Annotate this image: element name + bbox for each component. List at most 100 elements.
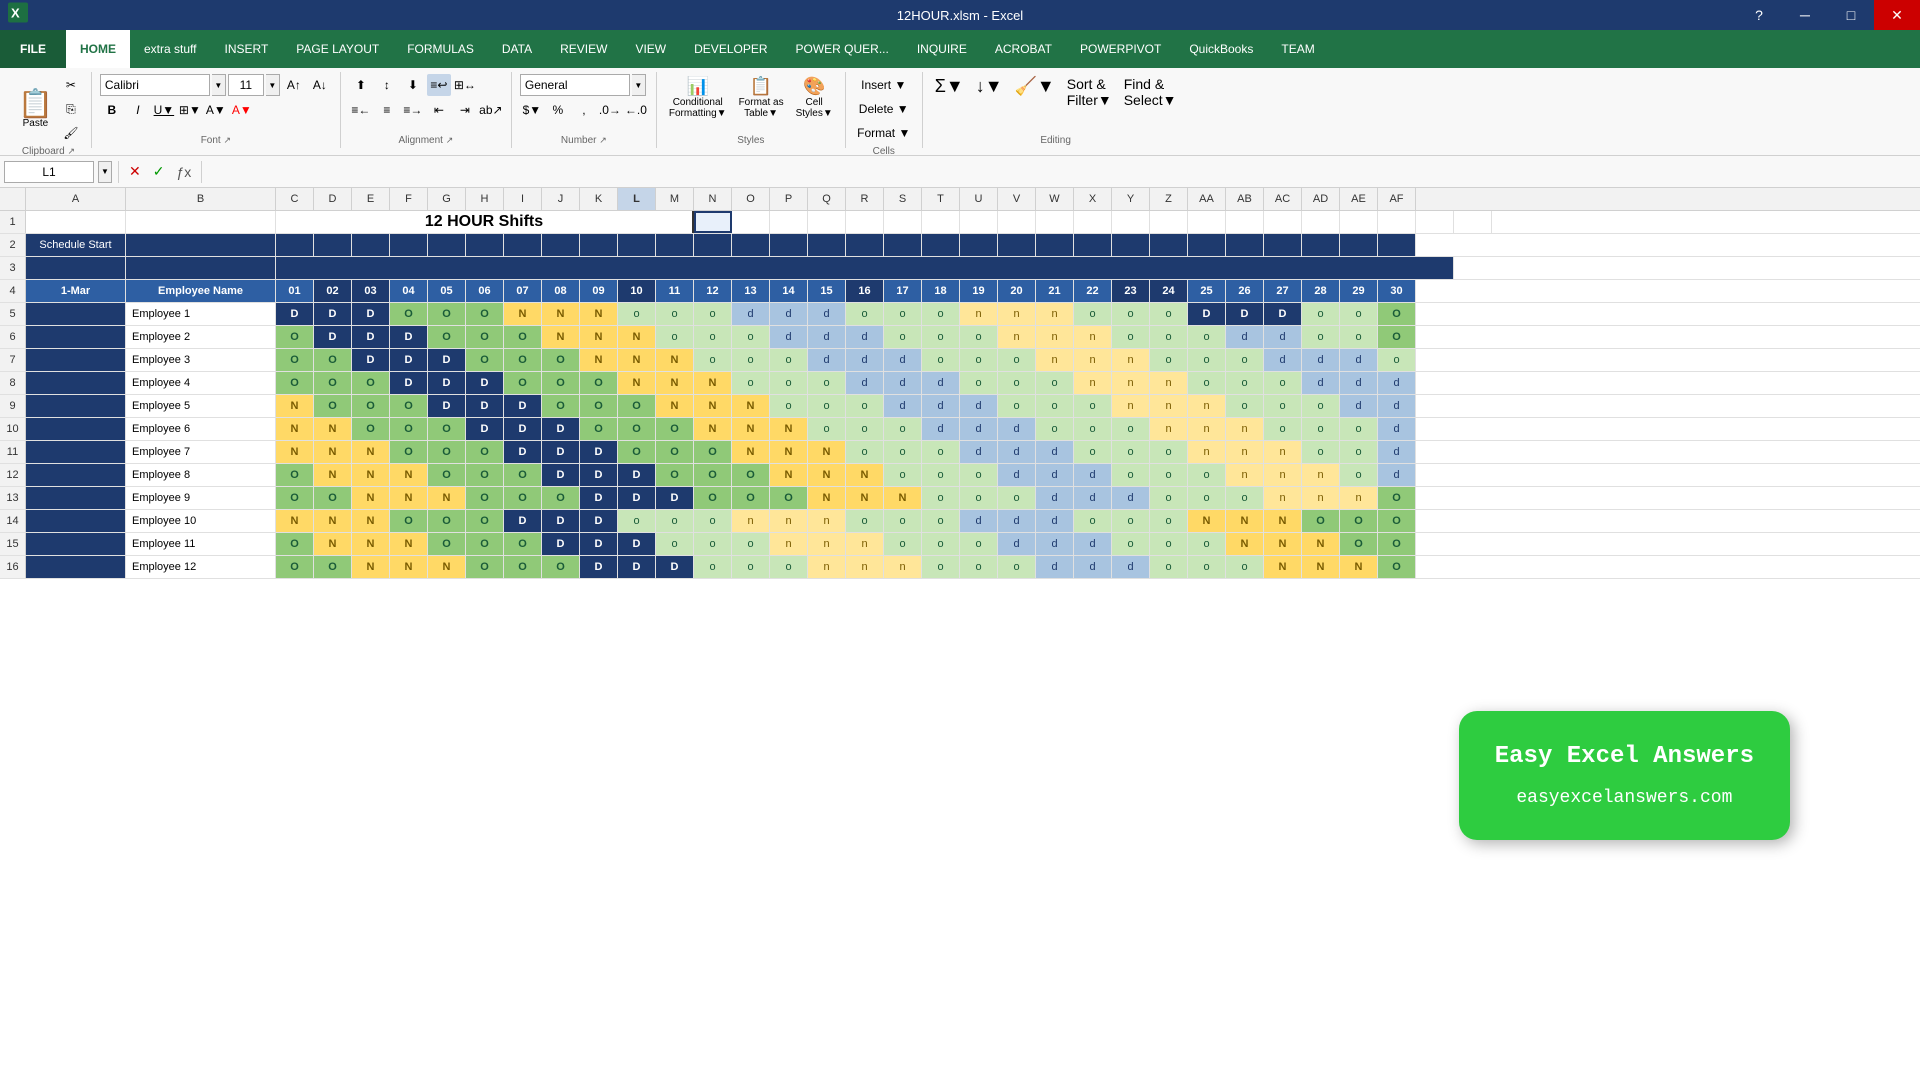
increase-indent-btn[interactable]: ⇥	[453, 99, 477, 121]
cell-E2[interactable]	[352, 234, 390, 256]
cell-shift-row14-day1[interactable]: N	[276, 510, 314, 532]
cell-shift-row10-day8[interactable]: D	[542, 418, 580, 440]
col-header-H[interactable]: H	[466, 188, 504, 210]
cell-shift-row16-day23[interactable]: d	[1112, 556, 1150, 578]
cell-shift-row14-day25[interactable]: N	[1188, 510, 1226, 532]
cell-shift-row9-day6[interactable]: D	[466, 395, 504, 417]
cell-shift-row11-day6[interactable]: O	[466, 441, 504, 463]
cell-D2[interactable]	[314, 234, 352, 256]
cell-shift-row6-day6[interactable]: O	[466, 326, 504, 348]
cell-shift-row10-day1[interactable]: N	[276, 418, 314, 440]
cell-day-22[interactable]: 22	[1074, 280, 1112, 302]
col-header-N[interactable]: N	[694, 188, 732, 210]
cell-shift-row15-day12[interactable]: o	[694, 533, 732, 555]
increase-font-btn[interactable]: A↑	[282, 74, 306, 96]
cell-shift-row15-day30[interactable]: O	[1378, 533, 1416, 555]
cell-day-03[interactable]: 03	[352, 280, 390, 302]
cell-shift-row13-day9[interactable]: D	[580, 487, 618, 509]
number-format-arrow[interactable]: ▼	[632, 74, 646, 96]
cell-shift-row14-day5[interactable]: O	[428, 510, 466, 532]
cell-shift-row8-day20[interactable]: o	[998, 372, 1036, 394]
cell-shift-row9-day18[interactable]: d	[922, 395, 960, 417]
cell-shift-row11-day12[interactable]: O	[694, 441, 732, 463]
cell-shift-row13-day29[interactable]: n	[1340, 487, 1378, 509]
cell-shift-row16-day30[interactable]: O	[1378, 556, 1416, 578]
cell-shift-row10-day14[interactable]: N	[770, 418, 808, 440]
cell-shift-row16-day14[interactable]: o	[770, 556, 808, 578]
cell-shift-row15-day3[interactable]: N	[352, 533, 390, 555]
cell-shift-row14-day16[interactable]: o	[846, 510, 884, 532]
cell-day-16[interactable]: 16	[846, 280, 884, 302]
cell-shift-row5-day27[interactable]: D	[1264, 303, 1302, 325]
cell-shift-row11-day26[interactable]: n	[1226, 441, 1264, 463]
cell-shift-row5-day13[interactable]: d	[732, 303, 770, 325]
cell-shift-row14-day9[interactable]: D	[580, 510, 618, 532]
cell-shift-row12-day17[interactable]: o	[884, 464, 922, 486]
cell-shift-row7-day26[interactable]: o	[1226, 349, 1264, 371]
cell-shift-row7-day2[interactable]: O	[314, 349, 352, 371]
cell-shift-row14-day15[interactable]: n	[808, 510, 846, 532]
cell-day-19[interactable]: 19	[960, 280, 998, 302]
cell-shift-row7-day5[interactable]: D	[428, 349, 466, 371]
cell-B6[interactable]: Employee 2	[126, 326, 276, 348]
cell-shift-row15-day21[interactable]: d	[1036, 533, 1074, 555]
cell-shift-row9-day17[interactable]: d	[884, 395, 922, 417]
cell-shift-row11-day28[interactable]: o	[1302, 441, 1340, 463]
merge-btn[interactable]: ⊞↔	[453, 74, 477, 96]
cell-shift-row9-day23[interactable]: n	[1112, 395, 1150, 417]
cell-shift-row16-day12[interactable]: o	[694, 556, 732, 578]
cell-shift-row11-day18[interactable]: o	[922, 441, 960, 463]
cell-shift-row9-day7[interactable]: D	[504, 395, 542, 417]
cell-shift-row7-day19[interactable]: o	[960, 349, 998, 371]
cell-day-28[interactable]: 28	[1302, 280, 1340, 302]
cell-shift-row5-day4[interactable]: O	[390, 303, 428, 325]
align-top-btn[interactable]: ⬆	[349, 74, 373, 96]
cell-shift-row13-day3[interactable]: N	[352, 487, 390, 509]
cell-shift-row11-day15[interactable]: N	[808, 441, 846, 463]
cell-shift-row9-day22[interactable]: o	[1074, 395, 1112, 417]
cell-day-13[interactable]: 13	[732, 280, 770, 302]
paste-btn[interactable]: 📋 Paste	[14, 88, 57, 131]
cell-shift-row5-day8[interactable]: N	[542, 303, 580, 325]
cell-J2[interactable]	[542, 234, 580, 256]
cell-shift-row8-day21[interactable]: o	[1036, 372, 1074, 394]
cell-shift-row8-day24[interactable]: n	[1150, 372, 1188, 394]
cell-shift-row7-day4[interactable]: D	[390, 349, 428, 371]
cell-B11[interactable]: Employee 7	[126, 441, 276, 463]
cell-shift-row9-day30[interactable]: d	[1378, 395, 1416, 417]
cell-shift-row10-day10[interactable]: O	[618, 418, 656, 440]
cell-shift-row11-day16[interactable]: o	[846, 441, 884, 463]
cell-shift-row12-day10[interactable]: D	[618, 464, 656, 486]
cell-B13[interactable]: Employee 9	[126, 487, 276, 509]
cell-shift-row14-day27[interactable]: N	[1264, 510, 1302, 532]
cell-shift-row5-day25[interactable]: D	[1188, 303, 1226, 325]
cell-shift-row6-day20[interactable]: n	[998, 326, 1036, 348]
cell-shift-row13-day26[interactable]: o	[1226, 487, 1264, 509]
cell-shift-row15-day27[interactable]: N	[1264, 533, 1302, 555]
number-format-input[interactable]: General	[520, 74, 630, 96]
cell-shift-row12-day11[interactable]: O	[656, 464, 694, 486]
cell-B3[interactable]	[126, 257, 276, 279]
cell-shift-row6-day30[interactable]: O	[1378, 326, 1416, 348]
cell-A16[interactable]	[26, 556, 126, 578]
cell-shift-row6-day17[interactable]: o	[884, 326, 922, 348]
cell-shift-row11-day1[interactable]: N	[276, 441, 314, 463]
cell-styles-btn[interactable]: 🎨 CellStyles▼	[792, 74, 837, 121]
menu-powerquery[interactable]: POWER QUER...	[782, 30, 903, 68]
cell-shift-row5-day17[interactable]: o	[884, 303, 922, 325]
cell-shift-row8-day8[interactable]: O	[542, 372, 580, 394]
cell-N2[interactable]	[694, 234, 732, 256]
fill-btn[interactable]: ↓▼	[972, 74, 1007, 110]
col-header-AA[interactable]: AA	[1188, 188, 1226, 210]
cell-shift-row5-day2[interactable]: D	[314, 303, 352, 325]
cell-shift-row8-day2[interactable]: O	[314, 372, 352, 394]
cell-A5[interactable]	[26, 303, 126, 325]
cell-V2[interactable]	[998, 234, 1036, 256]
cell-shift-row12-day9[interactable]: D	[580, 464, 618, 486]
cell-shift-row15-day4[interactable]: N	[390, 533, 428, 555]
cell-AE1[interactable]	[1416, 211, 1454, 233]
cell-A11[interactable]	[26, 441, 126, 463]
cell-F2[interactable]	[390, 234, 428, 256]
col-header-E[interactable]: E	[352, 188, 390, 210]
cell-shift-row13-day8[interactable]: O	[542, 487, 580, 509]
